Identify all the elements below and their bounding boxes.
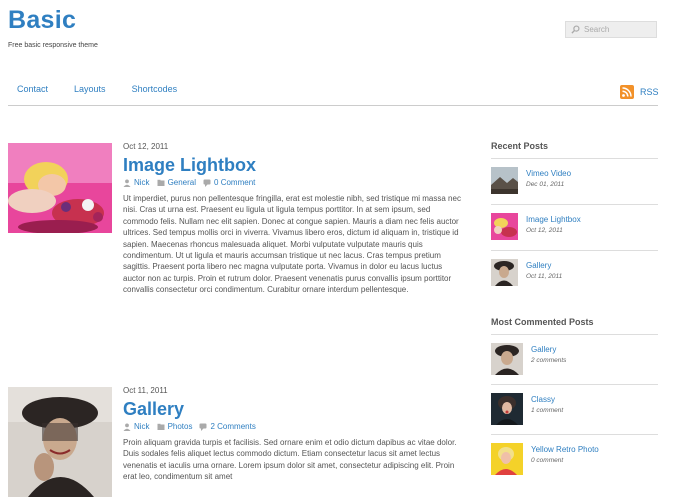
post-title[interactable]: Image Lightbox <box>123 154 463 176</box>
rss-label: RSS <box>640 87 659 97</box>
commented-post-count: 0 comment <box>531 457 564 464</box>
commented-post-title[interactable]: Yellow Retro Photo <box>531 445 599 454</box>
nav-item-contact[interactable]: Contact <box>17 84 48 94</box>
commented-post-title[interactable]: Classy <box>531 395 563 404</box>
recent-post-item[interactable]: Image Lightbox Oct 12, 2011 <box>491 205 658 251</box>
recent-post-item[interactable]: Gallery Oct 11, 2011 <box>491 251 658 297</box>
most-commented-heading: Most Commented Posts <box>491 317 594 327</box>
post-date: Oct 12, 2011 <box>123 142 169 151</box>
author-icon <box>123 179 131 187</box>
post-comments-link[interactable]: 0 Comment <box>214 178 255 187</box>
post-meta: Nick General 0 Comment <box>123 178 463 187</box>
author-icon <box>123 423 131 431</box>
post-thumbnail[interactable] <box>8 143 112 233</box>
nav-item-shortcodes[interactable]: Shortcodes <box>132 84 178 94</box>
recent-post-title[interactable]: Image Lightbox <box>526 215 581 224</box>
rss-icon <box>620 85 634 99</box>
commented-post-item[interactable]: Gallery 2 comments <box>491 335 658 385</box>
rss-link[interactable]: RSS <box>620 85 659 99</box>
post-meta: Nick Photos 2 Comments <box>123 422 463 431</box>
commented-post-item[interactable]: Classy 1 comment <box>491 385 658 435</box>
main-nav: Contact Layouts Shortcodes <box>8 84 203 94</box>
recent-post-thumbnail[interactable] <box>491 167 518 194</box>
recent-post-title[interactable]: Vimeo Video <box>526 169 571 178</box>
recent-post-date: Oct 11, 2011 <box>526 273 563 280</box>
post-title[interactable]: Gallery <box>123 398 463 420</box>
commented-post-thumbnail[interactable] <box>491 443 523 475</box>
commented-post-count: 1 comment <box>531 407 564 414</box>
nav-divider <box>8 105 658 106</box>
recent-posts-widget: Recent Posts Vimeo Video Dec 01, 2011 Im… <box>491 141 658 297</box>
nav-item-layouts[interactable]: Layouts <box>74 84 106 94</box>
post-author-link[interactable]: Nick <box>134 178 150 187</box>
commented-post-thumbnail[interactable] <box>491 393 523 425</box>
comment-icon <box>199 423 207 431</box>
post-thumbnail[interactable] <box>8 387 112 497</box>
post-category-link[interactable]: Photos <box>168 422 193 431</box>
post-category-link[interactable]: General <box>168 178 196 187</box>
commented-post-title[interactable]: Gallery <box>531 345 566 354</box>
recent-post-title[interactable]: Gallery <box>526 261 562 270</box>
recent-post-date: Dec 01, 2011 <box>526 181 565 188</box>
recent-posts-heading: Recent Posts <box>491 141 549 151</box>
recent-post-thumbnail[interactable] <box>491 259 518 286</box>
site-title[interactable]: Basic <box>8 6 76 35</box>
most-commented-widget: Most Commented Posts Gallery 2 comments … <box>491 317 658 485</box>
recent-post-item[interactable]: Vimeo Video Dec 01, 2011 <box>491 159 658 205</box>
post-comments-link[interactable]: 2 Comments <box>210 422 255 431</box>
site-tagline: Free basic responsive theme <box>8 42 98 49</box>
recent-post-thumbnail[interactable] <box>491 213 518 240</box>
post-date: Oct 11, 2011 <box>123 386 168 395</box>
commented-post-count: 2 comments <box>531 357 567 364</box>
folder-icon <box>157 423 165 430</box>
post-excerpt: Ut imperdiet, purus non pellentesque fri… <box>123 194 461 295</box>
search-input[interactable] <box>584 25 654 34</box>
recent-post-date: Oct 12, 2011 <box>526 227 563 234</box>
folder-icon <box>157 179 165 186</box>
post-author-link[interactable]: Nick <box>134 422 150 431</box>
commented-post-item[interactable]: Yellow Retro Photo 0 comment <box>491 435 658 485</box>
comment-icon <box>203 179 211 187</box>
search-icon <box>571 25 580 34</box>
commented-post-thumbnail[interactable] <box>491 343 523 375</box>
post-excerpt: Proin aliquam gravida turpis et facilisi… <box>123 438 457 482</box>
search-box[interactable] <box>565 21 657 38</box>
